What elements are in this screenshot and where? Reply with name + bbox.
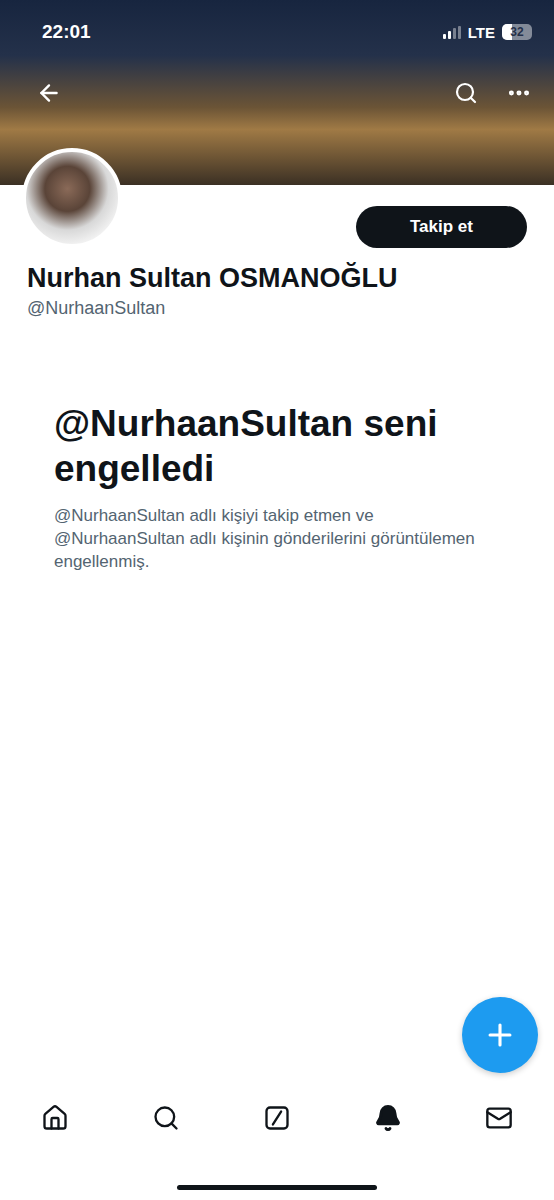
profile-info: Nurhan Sultan OSMANOĞLU@NurhaanSultan — [0, 248, 554, 319]
mail-icon — [485, 1104, 513, 1132]
profile-handle: @NurhaanSultan — [27, 298, 527, 319]
bell-icon — [374, 1104, 402, 1132]
grok-icon — [263, 1104, 291, 1132]
signal-bar — [448, 31, 451, 39]
bottom-nav-item[interactable] — [360, 1096, 416, 1140]
profile-avatar[interactable] — [22, 148, 122, 248]
bottom-nav-item[interactable] — [138, 1096, 194, 1140]
top-nav-actions — [454, 80, 532, 106]
home-indicator[interactable] — [177, 1185, 377, 1190]
battery-icon: 32 — [502, 24, 532, 40]
profile-screen: 22:01LTE32Takip etNurhan Sultan OSMANOĞL… — [0, 0, 554, 1200]
top-nav — [0, 64, 554, 106]
blocked-title: @NurhaanSultan seni engelledi — [54, 401, 504, 491]
blocked-notice: @NurhaanSultan seni engelledi @NurhaanSul… — [0, 319, 554, 574]
battery-fill — [502, 24, 512, 40]
profile-name: Nurhan Sultan OSMANOĞLU — [27, 262, 527, 296]
status-bar: 22:01 LTE 32 — [0, 0, 554, 64]
more-icon[interactable] — [506, 80, 532, 106]
blocked-description: @NurhaanSultan adlı kişiyi takip etmen v… — [54, 505, 504, 574]
signal-icon — [443, 26, 461, 39]
status-time: 22:01 — [42, 21, 91, 43]
home-indicator-row — [0, 1148, 554, 1200]
search-icon[interactable] — [454, 81, 478, 105]
signal-bar — [453, 28, 456, 39]
bottom-nav-item[interactable] — [27, 1096, 83, 1140]
bottom-nav-item[interactable] — [471, 1096, 527, 1140]
compose-button[interactable] — [462, 997, 538, 1073]
battery-text: 32 — [510, 25, 523, 39]
bottom-nav — [0, 1088, 554, 1148]
signal-bar — [443, 34, 446, 39]
profile-row: Takip et — [0, 185, 554, 248]
home-icon — [41, 1104, 69, 1132]
status-indicators: LTE 32 — [443, 24, 532, 41]
search-icon — [152, 1104, 180, 1132]
signal-bar — [458, 26, 461, 39]
plus-icon — [483, 1018, 517, 1052]
network-type: LTE — [468, 24, 495, 41]
back-arrow-icon[interactable] — [36, 80, 62, 106]
follow-button[interactable]: Takip et — [356, 206, 527, 248]
bottom-nav-item[interactable] — [249, 1096, 305, 1140]
